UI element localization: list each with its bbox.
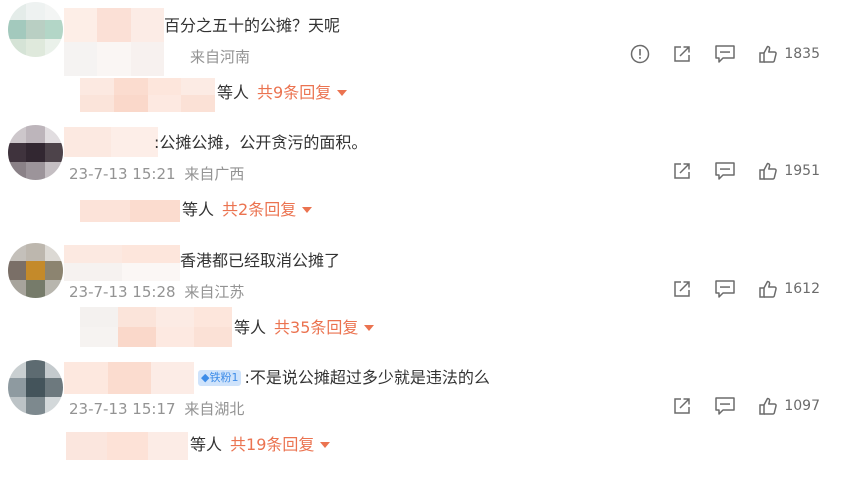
share-button[interactable] xyxy=(672,44,692,64)
reply-suffix: 等人 xyxy=(234,318,267,337)
view-replies-link[interactable]: 共9条回复 xyxy=(257,83,348,102)
caret-down-icon xyxy=(320,442,331,448)
username[interactable] xyxy=(64,127,158,157)
comment-meta: 23-7-13 15:28 来自江苏 xyxy=(69,281,244,302)
comment-item: 香港都已经取消公摊了 23-7-13 15:28 来自江苏 1612 等人 共35… xyxy=(0,235,847,353)
share-icon xyxy=(674,46,691,62)
reply-summary: 等人 共35条回复 xyxy=(232,314,375,338)
comment-button[interactable] xyxy=(714,44,736,64)
comment-text: ◆铁粉1:不是说公摊超过多少就是违法的么 xyxy=(198,364,490,388)
comment-icon xyxy=(715,45,736,63)
share-button[interactable] xyxy=(672,279,692,299)
view-replies-label[interactable]: 共9条回复 xyxy=(257,83,331,102)
comment-meta: 来自河南 xyxy=(190,46,250,67)
comment-meta: 23-7-13 15:17 来自湖北 xyxy=(69,398,244,419)
fan-badge-label: 铁粉1 xyxy=(209,371,239,384)
view-replies-link[interactable]: 共35条回复 xyxy=(274,318,375,337)
avatar[interactable] xyxy=(8,2,63,57)
view-replies-label[interactable]: 共19条回复 xyxy=(230,435,314,454)
reply-usernames[interactable] xyxy=(80,200,180,222)
comment-list: 百分之五十的公摊？天呢 来自河南 1835 等人 共9条回复:公摊公摊，公开贪… xyxy=(0,0,847,481)
comment-location: 来自湖北 xyxy=(184,400,245,418)
thumbs-up-icon xyxy=(759,162,778,180)
comment-item: 百分之五十的公摊？天呢 来自河南 1835 等人 共9条回复 xyxy=(0,0,847,118)
view-replies-label[interactable]: 共2条回复 xyxy=(222,200,296,219)
like-count: 1097 xyxy=(784,398,820,414)
comment-actions: 1951 xyxy=(672,161,820,181)
comment-actions: 1835 xyxy=(630,44,820,64)
comment-text-body: :不是说公摊超过多少就是违法的么 xyxy=(244,368,490,387)
avatar[interactable] xyxy=(8,125,63,180)
comment-time: 23-7-13 15:28 xyxy=(69,283,176,301)
reply-usernames[interactable] xyxy=(66,432,188,460)
avatar[interactable] xyxy=(8,243,63,298)
like-button[interactable]: 1951 xyxy=(758,161,820,181)
comment-location: 来自广西 xyxy=(184,165,245,183)
report-button[interactable] xyxy=(630,44,650,64)
thumbs-up-icon xyxy=(759,45,778,63)
comment-actions: 1612 xyxy=(672,279,820,299)
comment-text: 百分之五十的公摊？天呢 xyxy=(164,16,341,35)
comment-location: 来自河南 xyxy=(190,48,251,66)
comment-meta: 23-7-13 15:21 来自广西 xyxy=(69,163,244,184)
reply-usernames[interactable] xyxy=(80,307,232,347)
username[interactable] xyxy=(64,8,164,76)
comment-item: :公摊公摊，公开贪污的面积。 23-7-13 15:21 来自广西 1951 等… xyxy=(0,117,847,235)
view-replies-label[interactable]: 共35条回复 xyxy=(274,318,358,337)
avatar[interactable] xyxy=(8,360,63,415)
caret-down-icon xyxy=(302,207,313,213)
like-button[interactable]: 1097 xyxy=(758,396,820,416)
comment-text: 香港都已经取消公摊了 xyxy=(180,251,341,270)
comment-text: :公摊公摊，公开贪污的面积。 xyxy=(154,133,368,152)
like-button[interactable]: 1612 xyxy=(758,279,820,299)
username[interactable] xyxy=(64,362,194,394)
exclamation-circle-icon xyxy=(631,44,650,64)
reply-summary: 等人 共19条回复 xyxy=(188,431,331,455)
reply-suffix: 等人 xyxy=(182,200,215,219)
share-icon xyxy=(674,163,691,179)
reply-summary: 等人 共9条回复 xyxy=(215,79,348,103)
like-count: 1835 xyxy=(784,46,820,62)
comment-button[interactable] xyxy=(714,396,736,416)
thumbs-up-icon xyxy=(759,397,778,415)
view-replies-link[interactable]: 共19条回复 xyxy=(230,435,331,454)
caret-down-icon xyxy=(364,325,375,331)
fan-badge[interactable]: ◆铁粉1 xyxy=(198,370,242,386)
share-icon xyxy=(674,281,691,297)
reply-suffix: 等人 xyxy=(217,83,250,102)
thumbs-up-icon xyxy=(759,280,778,298)
like-button[interactable]: 1835 xyxy=(758,44,820,64)
comment-location: 来自江苏 xyxy=(184,283,245,301)
comment-time: 23-7-13 15:17 xyxy=(69,400,176,418)
comment-icon xyxy=(715,162,736,180)
reply-suffix: 等人 xyxy=(190,435,223,454)
share-button[interactable] xyxy=(672,396,692,416)
comment-item: ◆铁粉1:不是说公摊超过多少就是违法的么 23-7-13 15:17 来自湖北 … xyxy=(0,352,847,470)
username[interactable] xyxy=(64,245,180,281)
comment-button[interactable] xyxy=(714,161,736,181)
caret-down-icon xyxy=(337,90,348,96)
reply-usernames[interactable] xyxy=(80,78,215,112)
view-replies-link[interactable]: 共2条回复 xyxy=(222,200,313,219)
like-count: 1612 xyxy=(784,281,820,297)
reply-summary: 等人 共2条回复 xyxy=(180,196,313,220)
comment-button[interactable] xyxy=(714,279,736,299)
share-icon xyxy=(674,398,691,414)
share-button[interactable] xyxy=(672,161,692,181)
comment-actions: 1097 xyxy=(672,396,820,416)
comment-time: 23-7-13 15:21 xyxy=(69,165,176,183)
comment-icon xyxy=(715,280,736,298)
comment-icon xyxy=(715,397,736,415)
like-count: 1951 xyxy=(784,163,820,179)
